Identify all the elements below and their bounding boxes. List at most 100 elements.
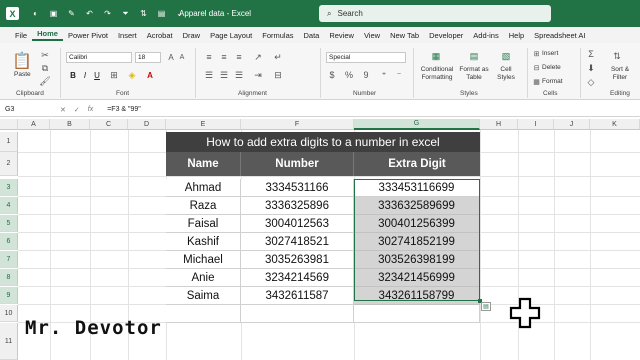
- column-header[interactable]: E: [166, 119, 241, 130]
- table-cell-empty[interactable]: [166, 305, 241, 323]
- table-cell-name[interactable]: Anie: [166, 269, 241, 287]
- wrap-text-icon[interactable]: ↵: [272, 51, 284, 63]
- worksheet-grid[interactable]: A B C D E F G H I J K 1 2 3 4 5 6 7 8 9 …: [0, 119, 640, 360]
- row-header-selected[interactable]: 9: [0, 287, 18, 304]
- delete-cells-button[interactable]: Delete: [542, 64, 561, 71]
- form-icon[interactable]: ▤: [156, 8, 167, 19]
- table-cell-number[interactable]: 3027418521: [241, 233, 354, 251]
- table-cell-name[interactable]: Kashif: [166, 233, 241, 251]
- column-header[interactable]: C: [90, 119, 128, 130]
- tab-view[interactable]: View: [359, 31, 385, 40]
- enter-icon[interactable]: ✓: [74, 106, 80, 114]
- column-header[interactable]: B: [50, 119, 90, 130]
- borders-icon[interactable]: ⊞: [108, 69, 120, 81]
- align-top-icon[interactable]: ≡: [203, 51, 215, 63]
- row-header-selected[interactable]: 7: [0, 251, 18, 268]
- search-box[interactable]: ⌕ Search: [319, 5, 551, 22]
- tab-new-tab[interactable]: New Tab: [385, 31, 424, 40]
- conditional-formatting-icon[interactable]: ▦: [428, 49, 444, 63]
- format-as-table-icon[interactable]: ▤: [466, 49, 482, 63]
- align-bottom-icon[interactable]: ≡: [233, 51, 245, 63]
- paste-label[interactable]: Paste: [14, 71, 31, 78]
- fill-color-icon[interactable]: ◈: [126, 69, 138, 81]
- tab-insert[interactable]: Insert: [113, 31, 142, 40]
- table-cell-number[interactable]: 3004012563: [241, 215, 354, 233]
- tab-file[interactable]: File: [10, 31, 32, 40]
- column-header[interactable]: D: [128, 119, 166, 130]
- insert-cells-button[interactable]: Insert: [542, 50, 558, 57]
- insert-cells-icon[interactable]: ⊞: [532, 49, 541, 58]
- table-cell-name[interactable]: Ahmad: [166, 179, 241, 197]
- table-cell-extra-digit-active[interactable]: 333453116699: [354, 179, 480, 197]
- cancel-icon[interactable]: ✕: [60, 106, 66, 114]
- tab-review[interactable]: Review: [324, 31, 359, 40]
- row-header-selected[interactable]: 5: [0, 215, 18, 232]
- align-middle-icon[interactable]: ≡: [218, 51, 230, 63]
- fx-icon[interactable]: fx: [88, 106, 93, 114]
- tab-home[interactable]: Home: [32, 29, 63, 41]
- cut-icon[interactable]: ✂: [40, 50, 50, 60]
- column-header[interactable]: K: [590, 119, 640, 130]
- save-icon[interactable]: ▣: [48, 8, 59, 19]
- redo-icon[interactable]: ↷: [102, 8, 113, 19]
- name-box[interactable]: G3: [0, 106, 60, 113]
- number-format-select[interactable]: Special: [326, 52, 406, 63]
- table-cell-empty[interactable]: [354, 305, 480, 323]
- table-cell-name[interactable]: Michael: [166, 251, 241, 269]
- fill-icon[interactable]: ⬇: [586, 63, 596, 73]
- table-cell-name[interactable]: Faisal: [166, 215, 241, 233]
- clear-icon[interactable]: ◇: [586, 77, 596, 87]
- undo-icon[interactable]: ↶: [84, 8, 95, 19]
- percent-button[interactable]: %: [343, 69, 355, 81]
- column-header[interactable]: I: [518, 119, 554, 130]
- filter-icon[interactable]: ⏷: [120, 8, 131, 19]
- currency-button[interactable]: $: [326, 69, 338, 81]
- format-painter-icon[interactable]: 🖌: [39, 76, 50, 86]
- sort-filter-icon[interactable]: ⇅: [610, 49, 624, 63]
- column-header-selected[interactable]: G: [354, 119, 480, 130]
- header-cell-number[interactable]: Number: [241, 152, 354, 176]
- tab-draw[interactable]: Draw: [178, 31, 206, 40]
- table-cell-extra-digit[interactable]: 343261158799: [354, 287, 480, 305]
- table-cell-extra-digit[interactable]: 302741852199: [354, 233, 480, 251]
- table-cell-extra-digit[interactable]: 303526398199: [354, 251, 480, 269]
- font-color-icon[interactable]: A: [144, 69, 156, 81]
- table-cell-empty[interactable]: [241, 305, 354, 323]
- italic-button[interactable]: I: [80, 69, 90, 81]
- cell-styles-label[interactable]: Cell Styles: [493, 66, 519, 82]
- orientation-icon[interactable]: ↗: [252, 51, 264, 63]
- quick-analysis-icon[interactable]: ▤: [481, 302, 491, 311]
- autosum-icon[interactable]: Σ: [586, 49, 596, 59]
- formula-input[interactable]: =F3 & "99": [107, 106, 141, 113]
- row-header-selected[interactable]: 4: [0, 197, 18, 214]
- copy-icon[interactable]: ⧉: [40, 63, 50, 73]
- comma-button[interactable]: 9: [360, 69, 372, 81]
- font-size-select[interactable]: 18: [135, 52, 161, 63]
- column-header[interactable]: H: [480, 119, 518, 130]
- format-as-table-label[interactable]: Format as Table: [458, 66, 490, 82]
- pen-icon[interactable]: ✎: [66, 8, 77, 19]
- column-header[interactable]: J: [554, 119, 590, 130]
- shrink-font-icon[interactable]: A: [177, 51, 187, 63]
- tab-developer[interactable]: Developer: [424, 31, 468, 40]
- row-header[interactable]: 11: [0, 323, 18, 360]
- row-header-selected[interactable]: 6: [0, 233, 18, 250]
- format-cells-icon[interactable]: ▦: [532, 77, 541, 86]
- table-cell-extra-digit[interactable]: 300401256399: [354, 215, 480, 233]
- select-all-corner[interactable]: [0, 119, 18, 130]
- row-header[interactable]: 2: [0, 152, 18, 176]
- align-center-icon[interactable]: ☰: [218, 69, 230, 81]
- autosave-icon[interactable]: ◐: [30, 8, 41, 19]
- table-cell-number[interactable]: 3336325896: [241, 197, 354, 215]
- increase-decimal-icon[interactable]: ⁺: [378, 69, 390, 81]
- table-cell-name[interactable]: Saima: [166, 287, 241, 305]
- table-cell-number[interactable]: 3334531166: [241, 179, 354, 197]
- tab-page-layout[interactable]: Page Layout: [205, 31, 257, 40]
- tab-acrobat[interactable]: Acrobat: [142, 31, 178, 40]
- table-cell-number[interactable]: 3432611587: [241, 287, 354, 305]
- grow-font-icon[interactable]: A: [166, 51, 176, 63]
- bold-button[interactable]: B: [68, 69, 78, 81]
- header-cell-name[interactable]: Name: [166, 152, 241, 176]
- table-banner-title[interactable]: How to add extra digits to a number in e…: [166, 132, 480, 152]
- delete-cells-icon[interactable]: ⊟: [532, 63, 541, 72]
